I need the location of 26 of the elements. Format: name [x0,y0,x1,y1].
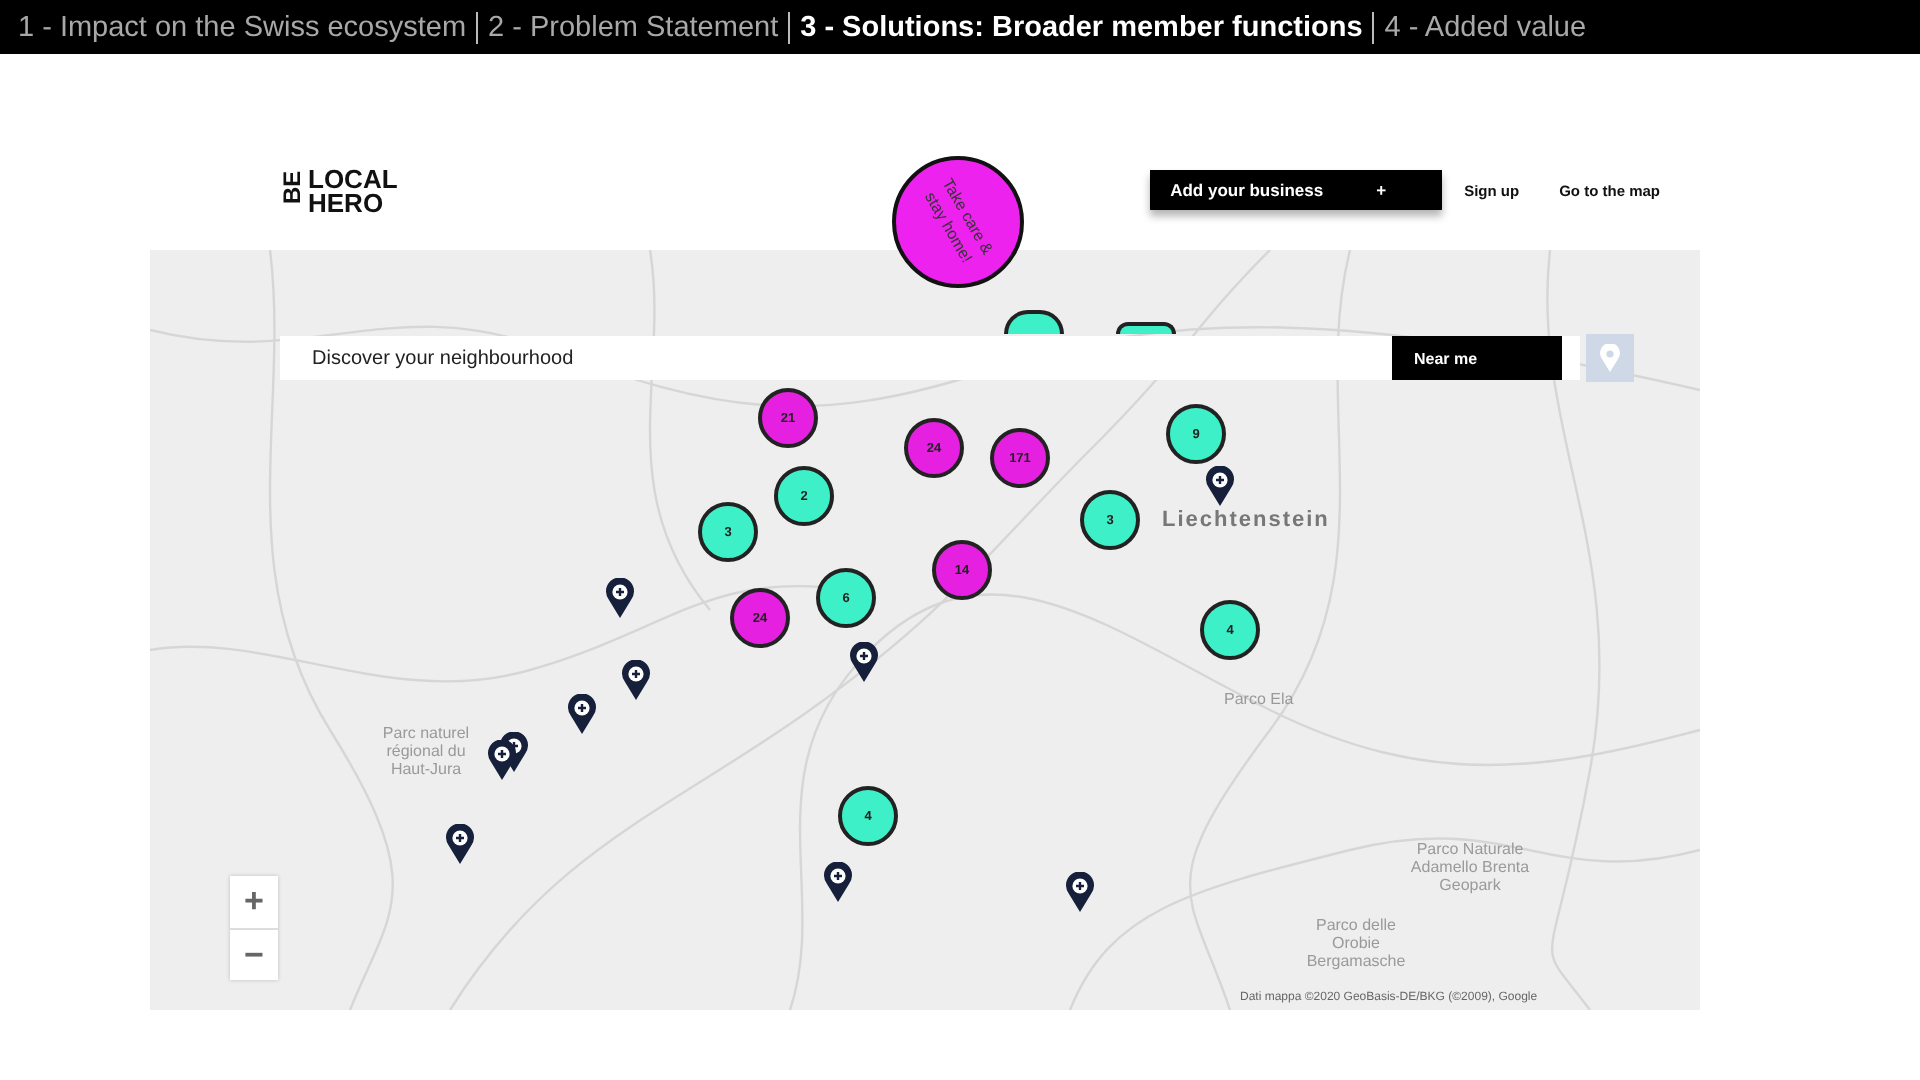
map-pin-icon[interactable] [488,740,516,780]
location-pin-icon [1600,344,1620,372]
map-pin-icon[interactable] [606,578,634,618]
breadcrumb-link[interactable]: 1 - Impact on the Swiss ecosystem [8,11,477,43]
map-place-label: Parco Naturale Adamello Brenta Geopark [1410,840,1530,894]
map-place-label: Parco Ela [1224,690,1294,708]
breadcrumb-link[interactable]: 3 - Solutions: Broader member functions [788,11,1373,43]
search-field[interactable]: Discover your neighbourhood [280,336,1392,380]
zoom-out-button[interactable]: − [230,928,278,980]
map-pin-icon[interactable] [568,694,596,734]
map-place-label: Liechtenstein [1162,512,1330,530]
map-pin-icon[interactable] [824,862,852,902]
map-pin-icon[interactable] [850,642,878,682]
map-pin-icon[interactable] [446,824,474,864]
map-pin-icon[interactable] [622,660,650,700]
breadcrumb-link[interactable]: 4 - Added value [1372,11,1597,43]
cluster-marker[interactable] [1116,322,1176,334]
map-pin-icon[interactable] [1066,872,1094,912]
near-me-button[interactable]: Near me [1392,336,1580,380]
breadcrumb-link[interactable]: 2 - Problem Statement [476,11,789,43]
map-place-label: Parco delle Orobie Bergamasche [1304,916,1408,970]
zoom-in-button[interactable]: + [230,876,278,928]
map-pin-icon[interactable] [1206,466,1234,506]
map-place-label: Parc naturel régional du Haut-Jura [380,724,472,778]
add-business-button[interactable]: Add your business + [1150,169,1443,209]
cluster-marker[interactable] [1004,310,1064,334]
